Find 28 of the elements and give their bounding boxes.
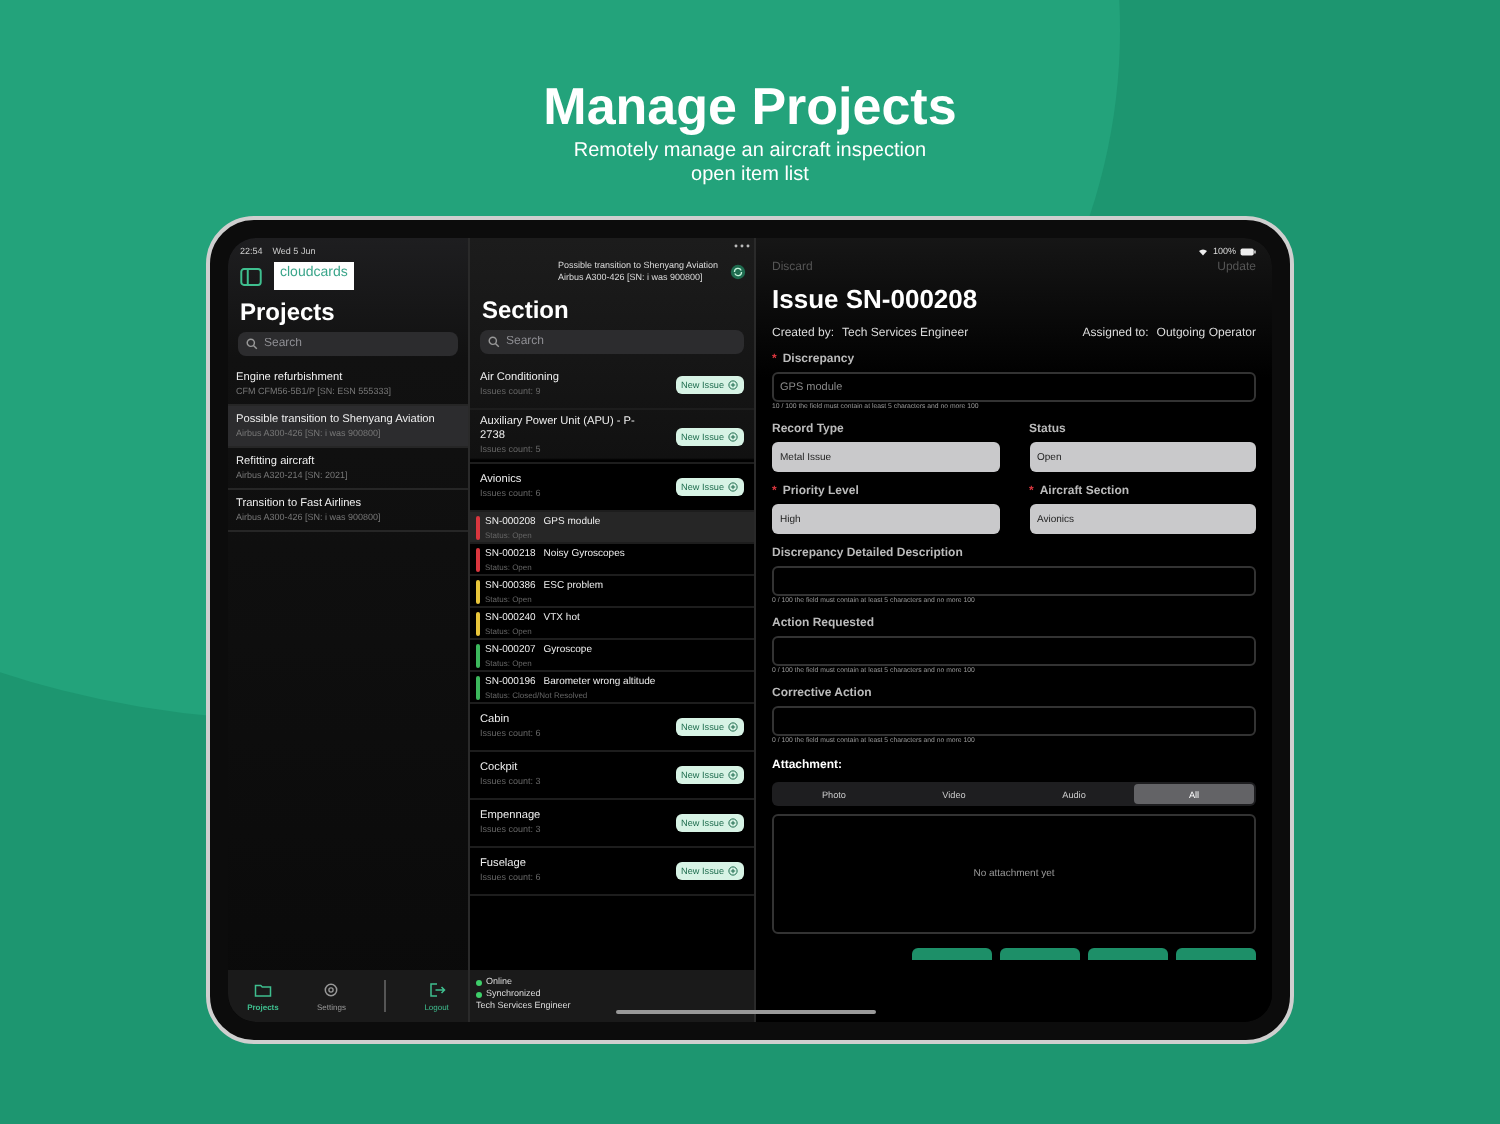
- logout-icon: [427, 981, 446, 997]
- text-field[interactable]: [772, 566, 1256, 596]
- action-button[interactable]: [1000, 948, 1080, 960]
- battery-icon: [1240, 247, 1256, 255]
- wifi-icon: [1198, 247, 1209, 255]
- text-field[interactable]: [772, 636, 1256, 666]
- page-subtitle: Remotely manage an aircraft inspection open item list: [571, 140, 929, 188]
- search-icon: [488, 336, 500, 348]
- plus-icon: [728, 770, 738, 780]
- plus-icon: [728, 866, 738, 876]
- action-button[interactable]: [912, 948, 992, 960]
- plus-icon: [728, 722, 738, 732]
- action-button[interactable]: [1176, 948, 1256, 960]
- page-title: Manage Projects: [543, 76, 957, 136]
- plus-icon: [728, 818, 738, 828]
- sidebar-icon[interactable]: [240, 267, 262, 285]
- plus-icon: [728, 431, 738, 441]
- folder-icon: [253, 981, 272, 997]
- sync-icon[interactable]: [730, 264, 746, 280]
- plus-icon: [728, 380, 738, 390]
- settings-icon: [322, 981, 341, 997]
- search-icon: [246, 338, 258, 350]
- plus-icon: [728, 482, 738, 492]
- text-field[interactable]: [772, 706, 1256, 736]
- action-button[interactable]: [1088, 948, 1168, 960]
- panel-title: Projects: [238, 296, 337, 330]
- panel-title: Section: [480, 294, 571, 328]
- issue-title: Issue SN-000208: [772, 284, 980, 314]
